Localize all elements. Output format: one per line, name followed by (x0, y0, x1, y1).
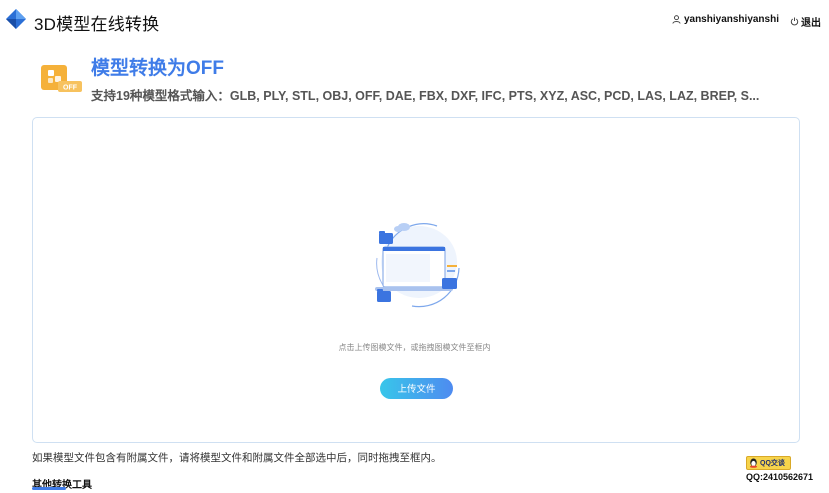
logo-icon[interactable] (6, 9, 26, 29)
page-title: 模型转换为OFF (91, 58, 224, 79)
upload-hint: 点击上传图模文件，或拖拽图模文件至框内 (338, 343, 491, 352)
user-icon (672, 15, 681, 24)
other-tools-underline (32, 487, 66, 490)
username-label: yanshiyanshiyanshi (683, 14, 779, 25)
power-icon (790, 17, 799, 26)
qq-chat-button[interactable]: QQ交谈 (746, 456, 791, 470)
attachment-note: 如果模型文件包含有附属文件，请将模型文件和附属文件全部选中后，同时拖拽至框内。 (32, 452, 442, 464)
user-menu[interactable]: yanshiyanshiyanshi (672, 14, 779, 25)
supported-formats: 支持19种模型格式输入：GLB, PLY, STL, OBJ, OFF, DAE… (91, 89, 760, 103)
logout-button[interactable]: 退出 (790, 14, 821, 29)
format-badge-text: OFF (63, 85, 78, 92)
off-format-icon: OFF (41, 65, 82, 92)
qq-chat-label: QQ交谈 (760, 460, 785, 467)
upload-file-button[interactable]: 上传文件 (380, 378, 453, 399)
qq-penguin-icon (749, 458, 758, 468)
qq-number: QQ:2410562671 (746, 472, 814, 482)
app-title[interactable]: 3D模型在线转换 (34, 10, 159, 35)
upload-illustration-icon (375, 223, 460, 308)
top-bar: 3D模型在线转换 yanshiyanshiyanshi 退出 (0, 0, 829, 40)
logout-label: 退出 (801, 18, 821, 29)
